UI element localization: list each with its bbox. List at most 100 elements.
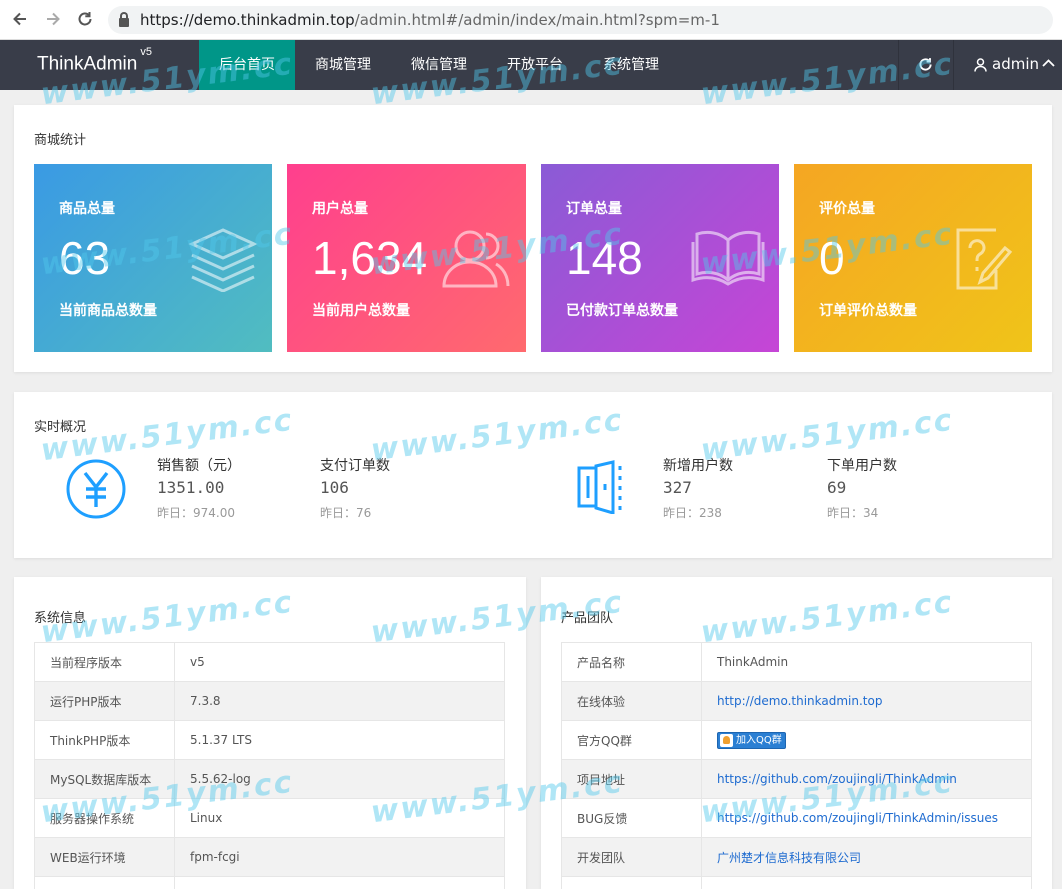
realtime-value-new-users: 327 (663, 478, 692, 497)
chevron-up-icon (1042, 59, 1055, 67)
table-row: 在线体验 http://demo.thinkadmin.top (561, 681, 1032, 721)
stat-title: 用户总量 (312, 201, 368, 217)
stat-desc: 订单评价总数量 (819, 303, 917, 319)
table-key (561, 876, 702, 889)
join-qq-group-button[interactable]: 加入QQ群 (717, 731, 786, 749)
product-team-table: 产品名称 ThinkAdmin 在线体验 http://demo.thinkadmi… (561, 642, 1032, 889)
product-team-title: 产品团队 (561, 611, 614, 626)
stat-desc: 已付款订单总数量 (566, 303, 678, 319)
realtime-label-paid-orders: 支付订单数 (320, 458, 390, 474)
issues-link[interactable]: https://github.com/zoujingli/ThinkAdmin/… (717, 811, 998, 825)
table-row: WEB运行环境 fpm-fcgi (34, 837, 505, 877)
table-value: 5.1.37 LTS (174, 720, 505, 760)
table-row (561, 876, 1032, 889)
nav-item-system[interactable]: 系统管理 (583, 40, 679, 90)
qq-badge-label: 加入QQ群 (736, 734, 782, 746)
realtime-yesterday-paid-orders: 昨日：76 (320, 506, 372, 520)
forward-arrow-icon[interactable] (43, 10, 63, 30)
refresh-button[interactable] (898, 40, 952, 90)
table-key: 运行PHP版本 (34, 681, 175, 721)
table-row: ThinkPHP版本 5.1.37 LTS (34, 720, 505, 760)
mall-stats-card: 商城统计 商品总量 63 当前商品总数量 用户总量 1,634 当前用户总数量 … (14, 105, 1052, 372)
project-link[interactable]: https://github.com/zoujingli/ThinkAdmin (717, 772, 957, 786)
demo-link[interactable]: http://demo.thinkadmin.top (717, 694, 882, 708)
stat-title: 评价总量 (819, 201, 875, 217)
stat-desc: 当前用户总数量 (312, 303, 410, 319)
stat-desc: 当前商品总数量 (59, 303, 157, 319)
table-key: ThinkPHP版本 (34, 720, 175, 760)
product-team-card: 产品团队 产品名称 ThinkAdmin 在线体验 http://demo.thin… (541, 577, 1052, 889)
table-row: 官方QQ群 加入QQ群 (561, 720, 1032, 760)
username: admin (992, 55, 1039, 73)
table-value: Linux (174, 798, 505, 838)
stat-title: 订单总量 (566, 201, 622, 217)
top-nav: ThinkAdminv5 后台首页 商城管理 微信管理 开放平台 系统管理 ad… (0, 40, 1062, 90)
table-row: 当前程序版本 v5 (34, 642, 505, 682)
stat-title: 商品总量 (59, 201, 115, 217)
table-key: 服务器操作系统 (34, 798, 175, 838)
app-logo[interactable]: ThinkAdminv5 (37, 46, 152, 75)
reload-icon[interactable] (75, 10, 95, 30)
realtime-title: 实时概况 (34, 420, 87, 435)
stat-value: 0 (819, 232, 845, 284)
table-row (34, 876, 505, 889)
realtime-value-order-users: 69 (827, 478, 847, 497)
table-value: ThinkAdmin (701, 642, 1032, 682)
back-arrow-icon[interactable] (10, 10, 30, 30)
table-value (701, 876, 1032, 889)
door-icon (577, 460, 622, 514)
nav-item-home[interactable]: 后台首页 (199, 40, 295, 90)
book-icon (691, 230, 765, 286)
user-menu[interactable]: admin (953, 40, 1062, 90)
table-row: 服务器操作系统 Linux (34, 798, 505, 838)
table-value (174, 876, 505, 889)
realtime-yesterday-sales: 昨日：974.00 (157, 506, 235, 520)
table-row: 产品名称 ThinkAdmin (561, 642, 1032, 682)
table-value: fpm-fcgi (174, 837, 505, 877)
table-key: 产品名称 (561, 642, 702, 682)
address-bar[interactable]: https://demo.thinkadmin.top/admin.html#/… (108, 6, 1053, 34)
table-key: 开发团队 (561, 837, 702, 877)
stat-value: 1,634 (312, 232, 428, 284)
system-info-title: 系统信息 (34, 611, 87, 626)
stat-card-users[interactable]: 用户总量 1,634 当前用户总数量 (287, 164, 526, 352)
stat-card-reviews[interactable]: 评价总量 0 订单评价总数量 (794, 164, 1032, 352)
table-row: 开发团队 广州楚才信息科技有限公司 (561, 837, 1032, 877)
feedback-icon (956, 228, 1013, 290)
yuan-icon (66, 459, 126, 519)
user-icon (974, 58, 987, 72)
table-value: 5.5.62-log (174, 759, 505, 799)
nav-item-open-platform[interactable]: 开放平台 (487, 40, 583, 90)
realtime-yesterday-new-users: 昨日：238 (663, 506, 722, 520)
table-key: 在线体验 (561, 681, 702, 721)
table-row: MySQL数据库版本 5.5.62-log (34, 759, 505, 799)
realtime-value-sales: 1351.00 (157, 478, 225, 497)
table-key (34, 876, 175, 889)
stat-value: 148 (566, 232, 643, 284)
mall-stats-title: 商城统计 (34, 133, 87, 148)
realtime-label-order-users: 下单用户数 (827, 458, 897, 474)
table-key: 项目地址 (561, 759, 702, 799)
url-text: https://demo.thinkadmin.top/admin.html#/… (140, 11, 720, 29)
browser-toolbar: https://demo.thinkadmin.top/admin.html#/… (0, 0, 1062, 40)
lock-icon (119, 12, 129, 28)
table-key: BUG反馈 (561, 798, 702, 838)
table-key: 当前程序版本 (34, 642, 175, 682)
system-info-table: 当前程序版本 v5 运行PHP版本 7.3.8 ThinkPHP版本 5.1.37 L… (34, 642, 505, 889)
stat-value: 63 (59, 232, 111, 284)
company-link[interactable]: 广州楚才信息科技有限公司 (717, 851, 861, 865)
qq-icon (720, 733, 733, 747)
table-value: 7.3.8 (174, 681, 505, 721)
realtime-label-sales: 销售额（元） (157, 458, 241, 474)
realtime-card: 实时概况 销售额（元） 1351.00 昨日：974.00 支付订单数 106 … (14, 392, 1052, 558)
table-key: MySQL数据库版本 (34, 759, 175, 799)
nav-item-mall[interactable]: 商城管理 (295, 40, 391, 90)
system-info-card: 系统信息 当前程序版本 v5 运行PHP版本 7.3.8 ThinkPHP版本 5.1… (14, 577, 526, 889)
users-icon (442, 230, 510, 288)
table-key: WEB运行环境 (34, 837, 175, 877)
refresh-icon (919, 58, 932, 71)
nav-item-wechat[interactable]: 微信管理 (391, 40, 487, 90)
table-key: 官方QQ群 (561, 720, 702, 760)
stat-card-orders[interactable]: 订单总量 148 已付款订单总数量 (541, 164, 779, 352)
stat-card-products[interactable]: 商品总量 63 当前商品总数量 (34, 164, 272, 352)
